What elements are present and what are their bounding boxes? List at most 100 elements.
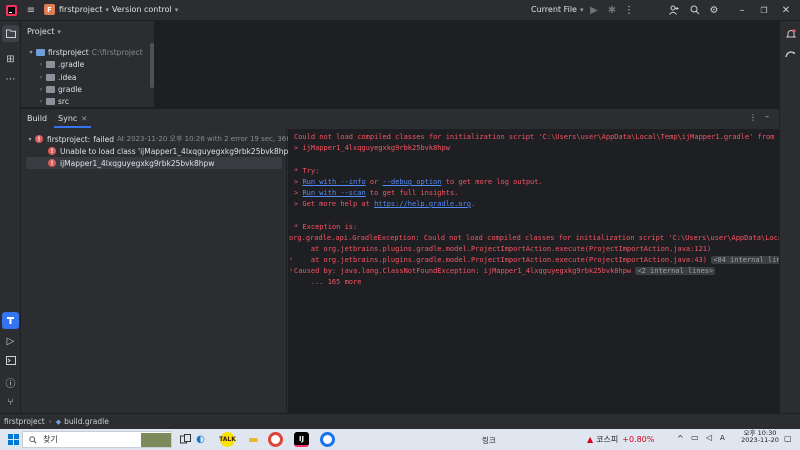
tab-build[interactable]: Build <box>27 114 47 123</box>
build-console[interactable]: Could not load compiled classes for init… <box>288 129 779 414</box>
build-tree-root[interactable]: ▾ ! firstproject: failed At 2023-11-20 오… <box>25 133 303 145</box>
ime-indicator[interactable]: A <box>720 434 725 442</box>
intellij-taskbar-icon[interactable]: IJ <box>294 432 309 447</box>
expanded-arrow-icon: ▾ <box>29 48 33 56</box>
search-icon[interactable] <box>688 3 702 17</box>
expand-arrow-icon[interactable]: › <box>289 255 293 263</box>
project-scrollbar[interactable] <box>150 43 154 88</box>
build-tree-item[interactable]: ! Unable to load class 'ijMapper1_4lxqgu… <box>48 145 297 157</box>
minimize-panel-icon[interactable]: – <box>765 112 769 121</box>
build-tool-icon[interactable] <box>2 312 19 329</box>
stock-widget[interactable]: ▲ 코스피 +0.80% <box>587 434 654 445</box>
title-bar: ≡ F firstproject ▾ Version control ▾ Cur… <box>0 0 800 21</box>
chevron-down-icon: ▾ <box>579 5 584 14</box>
tree-item[interactable]: › gradle <box>36 83 82 95</box>
hamburger-menu-icon[interactable]: ≡ <box>24 3 38 17</box>
error-icon: ! <box>48 159 56 167</box>
gradle-tool-icon[interactable] <box>782 46 799 63</box>
more-icon[interactable]: ⋮ <box>749 113 757 122</box>
run-scan-link[interactable]: Run with --scan <box>302 189 365 197</box>
taskbar-search[interactable]: 찾기 <box>22 431 172 448</box>
build-item-label: ijMapper1_4lxqguyegxkg9rbk25bvk8hpw <box>60 158 215 168</box>
run-icon[interactable]: ▶ <box>587 3 601 17</box>
console-line: * Exception is: <box>294 223 358 231</box>
vcs-selector[interactable]: Version control ▾ <box>112 5 178 14</box>
kakaotalk-icon[interactable]: TALK <box>219 432 236 447</box>
collapsed-arrow-icon: › <box>39 73 43 81</box>
debug-option-link[interactable]: --debug option <box>383 178 442 186</box>
add-user-icon[interactable] <box>667 3 681 17</box>
tree-item[interactable]: › .idea <box>36 71 77 83</box>
internal-lines-tag[interactable]: <2 internal lines> <box>635 267 716 275</box>
folder-icon <box>46 85 55 93</box>
pin-icon[interactable]: ✕ <box>81 115 87 123</box>
debug-icon[interactable]: ✱ <box>605 3 619 17</box>
edge-browser-icon[interactable]: ◐ <box>193 432 208 447</box>
breadcrumb-file[interactable]: build.gradle <box>64 417 109 426</box>
more-tools-icon[interactable]: ⋯ <box>2 71 19 88</box>
project-tool-icon[interactable] <box>2 25 19 42</box>
more-icon[interactable]: ⋮ <box>622 3 636 17</box>
chrome-icon[interactable] <box>320 432 335 447</box>
chevron-down-icon: ▾ <box>57 27 61 36</box>
chrome-icon[interactable] <box>268 432 283 447</box>
tree-item[interactable]: › .gradle <box>36 58 85 70</box>
left-tool-strip: ⊞ ⋯ ▷ ⓘ ⑂ <box>0 21 21 413</box>
tree-root-name: firstproject <box>48 47 89 57</box>
vcs-label: Version control <box>112 5 172 14</box>
restore-icon[interactable]: ❐ <box>757 3 771 17</box>
volume-icon[interactable]: ◁ <box>706 433 712 442</box>
build-root-label: firstproject: <box>47 134 91 144</box>
file-explorer-icon[interactable]: ▬ <box>246 432 261 447</box>
project-panel-header[interactable]: Project ▾ <box>27 27 61 36</box>
gradle-file-icon: ◆ <box>55 417 62 426</box>
collapsed-arrow-icon: › <box>39 97 43 105</box>
internal-lines-tag[interactable]: <84 internal lines> <box>711 256 779 264</box>
stock-change: +0.80% <box>622 435 655 444</box>
collapsed-arrow-icon: › <box>39 85 43 93</box>
tree-root[interactable]: ▾ firstproject C:\firstproject <box>26 46 143 58</box>
clock[interactable]: 오후 10:30 2023-11-20 <box>740 430 780 444</box>
terminal-tool-icon[interactable] <box>2 352 19 369</box>
tray-overflow-icon[interactable]: ^ <box>677 434 684 443</box>
minimize-icon[interactable]: – <box>735 3 749 17</box>
chevron-down-icon: ▾ <box>105 5 109 14</box>
right-tool-strip <box>779 21 800 413</box>
error-icon: ! <box>35 135 43 143</box>
services-tool-icon[interactable]: ▷ <box>2 333 19 350</box>
build-tree-item-selected[interactable]: ! ijMapper1_4lxqguyegxkg9rbk25bvk8hpw <box>26 157 282 169</box>
settings-icon[interactable]: ⚙ <box>707 3 721 17</box>
project-selector[interactable]: F firstproject ▾ <box>44 4 109 15</box>
tab-sync[interactable]: Sync ✕ <box>54 111 92 128</box>
build-panel: Build Sync ✕ ⋮ – ▾ ! firstproject: faile… <box>21 108 779 414</box>
collapsed-arrow-icon: › <box>39 60 43 68</box>
console-text: to get more log output. <box>441 178 543 186</box>
tree-item[interactable]: › src <box>36 95 69 107</box>
stock-up-icon: ▲ <box>587 435 594 444</box>
expand-arrow-icon[interactable]: › <box>289 266 293 274</box>
console-text: Caused by: java.lang.ClassNotFoundExcept… <box>294 267 632 275</box>
notification-center-icon[interactable]: ▢ <box>784 434 792 443</box>
notifications-icon[interactable] <box>782 25 799 42</box>
build-root-meta: At 2023-11-20 오후 10:26 with 2 error 19 s… <box>117 135 304 143</box>
run-info-link[interactable]: Run with --info <box>302 178 365 186</box>
problems-tool-icon[interactable]: ⓘ <box>2 374 19 391</box>
structure-tool-icon[interactable]: ⊞ <box>2 51 19 68</box>
run-config-selector[interactable]: Current File ▾ <box>531 5 584 14</box>
close-icon[interactable]: ✕ <box>779 3 793 17</box>
tree-root-path: C:\firstproject <box>91 47 143 57</box>
breadcrumb-separator-icon: › <box>48 417 52 426</box>
windows-taskbar: 찾기 ◐ TALK ▬ IJ 링크 ▲ 코스피 +0.80% ^ ▭ ◁ A 오… <box>0 429 800 450</box>
run-config-label: Current File <box>531 5 577 14</box>
console-text: to get full insights. <box>365 189 459 197</box>
tree-item-label: .idea <box>58 72 77 82</box>
git-tool-icon[interactable]: ⑂ <box>2 394 19 411</box>
network-icon[interactable]: ▭ <box>691 433 699 442</box>
gradle-help-link[interactable]: https://help.gradle.org <box>374 200 471 208</box>
taskbar-link-label[interactable]: 링크 <box>482 435 496 446</box>
console-line: Could not load compiled classes for init… <box>294 133 779 141</box>
breadcrumb-project[interactable]: firstproject <box>4 417 45 426</box>
windows-start-icon[interactable] <box>6 432 21 447</box>
error-icon: ! <box>48 147 56 155</box>
task-view-icon[interactable] <box>178 432 193 447</box>
